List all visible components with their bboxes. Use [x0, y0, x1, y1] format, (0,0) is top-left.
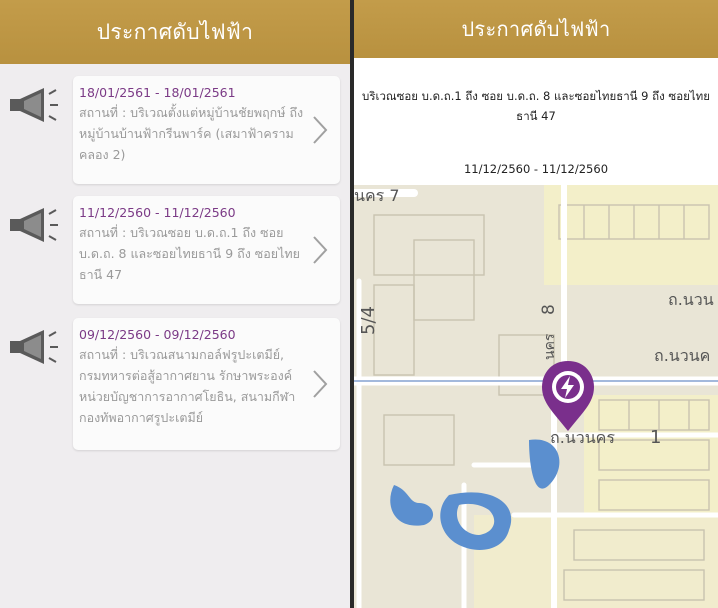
map-label-street-8-text: นคร	[542, 333, 558, 360]
notice-date: 18/01/2561 - 18/01/2561	[79, 85, 236, 100]
megaphone-icon	[10, 88, 58, 122]
detail-date: 11/12/2560 - 11/12/2560	[463, 162, 609, 176]
notice-card[interactable]: 18/01/2561 - 18/01/2561 สถานที่ : บริเวณ…	[73, 76, 340, 184]
megaphone-icon	[10, 330, 58, 364]
notice-card[interactable]: 09/12/2560 - 09/12/2560 สถานที่ : บริเวณ…	[73, 318, 340, 450]
chevron-right-icon	[313, 370, 328, 398]
notice-date: 11/12/2560 - 11/12/2560	[79, 205, 236, 220]
notice-card[interactable]: 11/12/2560 - 11/12/2560 สถานที่ : บริเวณ…	[73, 196, 340, 304]
left-header: ประกาศดับไฟฟ้า	[0, 0, 350, 64]
map-view[interactable]: นคร 7 5/4 8 นคร ถ.นวน ถ.นวนค ถ.นวนคร 1	[354, 185, 718, 608]
left-header-title: ประกาศดับไฟฟ้า	[96, 19, 254, 44]
map-label-street-left: 5/4	[358, 306, 379, 335]
map-label-road-bottom: ถ.นวนคร	[550, 428, 615, 447]
map-label-street-8-num: 8	[539, 304, 559, 315]
megaphone-icon	[10, 208, 58, 242]
chevron-right-icon	[313, 116, 328, 144]
notice-detail-panel: ประกาศดับไฟฟ้า บริเวณซอย บ.ด.ถ.1 ถึง ซอย…	[354, 0, 718, 608]
notice-place: สถานที่ : บริเวณตั้งแต่หมู่บ้านชัยพฤกษ์ …	[79, 105, 304, 162]
map-label-road-right-1: ถ.นวน	[668, 290, 714, 309]
chevron-right-icon	[313, 236, 328, 264]
map-label-street-top: นคร 7	[354, 186, 400, 205]
right-header-title: ประกาศดับไฟฟ้า	[461, 17, 611, 41]
notice-date: 09/12/2560 - 09/12/2560	[79, 327, 236, 342]
notice-place: สถานที่ : บริเวณซอย บ.ด.ถ.1 ถึง ซอย บ.ด.…	[79, 225, 300, 282]
notice-place: สถานที่ : บริเวณสนามกอล์ฟรูปะเตมีย์, กรม…	[79, 347, 296, 425]
detail-info: บริเวณซอย บ.ด.ถ.1 ถึง ซอย บ.ด.ถ. 8 และซอ…	[354, 58, 718, 185]
detail-place: บริเวณซอย บ.ด.ถ.1 ถึง ซอย บ.ด.ถ. 8 และซอ…	[362, 89, 710, 123]
map-label-road-right-2: ถ.นวนค	[654, 346, 710, 365]
map-label-road-bottom-num: 1	[650, 427, 661, 448]
notice-list-panel: ประกาศดับไฟฟ้า 18/01/2561 - 18/01/2561 ส…	[0, 0, 350, 608]
right-header: ประกาศดับไฟฟ้า	[354, 0, 718, 58]
